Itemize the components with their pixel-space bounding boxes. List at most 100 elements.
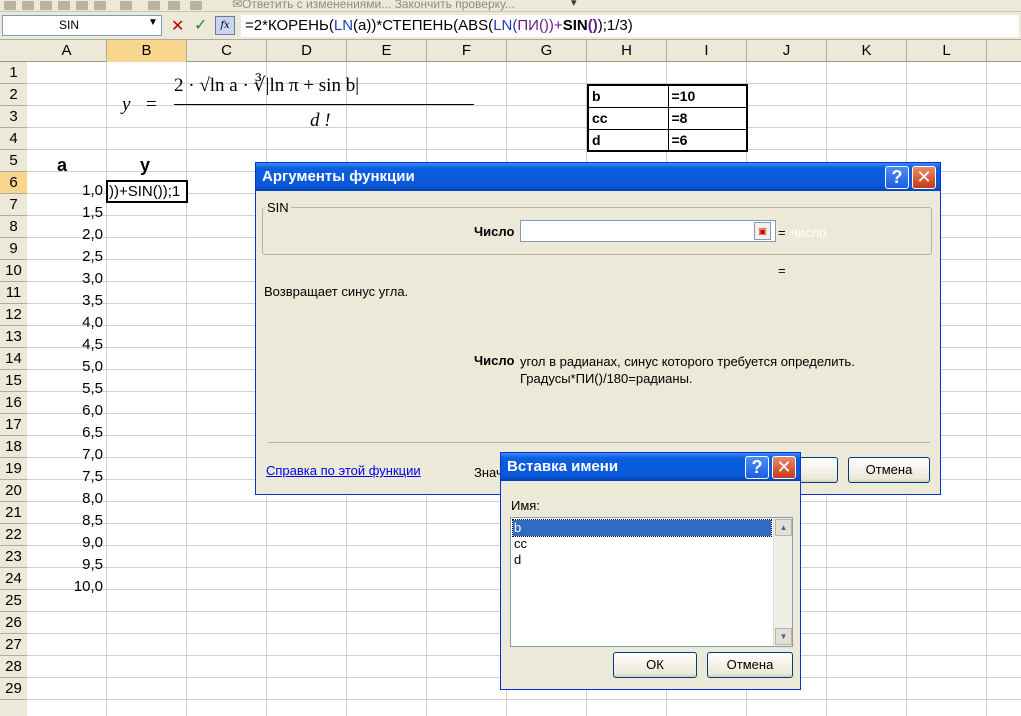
toolbar-icon-1[interactable] xyxy=(4,1,16,10)
column-header[interactable]: L xyxy=(907,40,987,62)
variable-value[interactable]: =6 xyxy=(667,128,748,152)
list-item[interactable]: d xyxy=(513,552,771,568)
row-header[interactable]: 27 xyxy=(0,634,27,656)
toolbar-icon-9[interactable] xyxy=(168,1,180,10)
reply-with-changes-button[interactable]: ✉Ответить с изменениями... Закончить про… xyxy=(232,0,515,11)
close-icon[interactable]: ✕ xyxy=(772,456,796,479)
toolbar-icon-8[interactable] xyxy=(148,1,160,10)
cell-value[interactable]: 3,0 xyxy=(27,268,105,290)
name-listbox[interactable]: b cc d ▲ ▼ xyxy=(510,517,793,647)
ok-button[interactable]: ОК xyxy=(613,652,697,678)
row-header[interactable]: 10 xyxy=(0,260,27,282)
cell-value[interactable]: 5,0 xyxy=(27,356,105,378)
toolbar-icon-5[interactable] xyxy=(76,1,88,10)
cell-value[interactable]: 5,5 xyxy=(27,378,105,400)
formula-input[interactable]: =2*КОРЕНЬ(LN(a))*СТЕПЕНЬ(ABS(LN(ПИ())+SI… xyxy=(241,15,1019,37)
cell-value[interactable]: 10,0 xyxy=(27,576,105,598)
variable-name[interactable]: cc xyxy=(587,106,669,130)
row-header[interactable]: 13 xyxy=(0,326,27,348)
row-header[interactable]: 12 xyxy=(0,304,27,326)
column-header[interactable]: K xyxy=(827,40,907,62)
row-header[interactable]: 8 xyxy=(0,216,27,238)
cell-value[interactable]: 2,0 xyxy=(27,224,105,246)
column-header[interactable]: I xyxy=(667,40,747,62)
toolbar-icon-2[interactable] xyxy=(22,1,34,10)
enter-formula-icon[interactable]: ✓ xyxy=(194,15,207,35)
cell-value[interactable]: 1,5 xyxy=(27,202,105,224)
cell-value[interactable]: 9,5 xyxy=(27,554,105,576)
cell-value[interactable]: 2,5 xyxy=(27,246,105,268)
list-item[interactable]: cc xyxy=(513,536,771,552)
cancel-button[interactable]: Отмена xyxy=(848,457,930,483)
help-icon[interactable]: ? xyxy=(745,456,769,479)
row-header[interactable]: 14 xyxy=(0,348,27,370)
row-header[interactable]: 15 xyxy=(0,370,27,392)
name-box-dropdown-icon[interactable]: ▼ xyxy=(148,17,158,28)
row-header[interactable]: 7 xyxy=(0,194,27,216)
row-header[interactable]: 20 xyxy=(0,480,27,502)
column-header[interactable]: D xyxy=(267,40,347,62)
collapse-dialog-icon[interactable]: ▣ xyxy=(754,222,771,240)
name-box[interactable]: SIN xyxy=(2,15,162,36)
cell-value[interactable]: 8,5 xyxy=(27,510,105,532)
row-header[interactable]: 9 xyxy=(0,238,27,260)
toolbar-icon-3[interactable] xyxy=(40,1,52,10)
row-header[interactable]: 4 xyxy=(0,128,27,150)
row-header[interactable]: 26 xyxy=(0,612,27,634)
variable-name[interactable]: d xyxy=(587,128,669,152)
variable-name[interactable]: b xyxy=(587,84,669,108)
row-header[interactable]: 5 xyxy=(0,150,27,172)
scroll-up-icon[interactable]: ▲ xyxy=(775,519,792,536)
cell-value[interactable]: 6,5 xyxy=(27,422,105,444)
active-cell[interactable]: ))+SIN());1 xyxy=(106,180,188,203)
cell-value[interactable]: 3,5 xyxy=(27,290,105,312)
number-argument-input[interactable] xyxy=(520,220,776,242)
toolbar-icon-7[interactable] xyxy=(120,1,132,10)
insert-function-button[interactable]: fx xyxy=(215,16,235,35)
cancel-formula-icon[interactable]: ✕ xyxy=(171,16,184,36)
list-item[interactable]: b xyxy=(512,519,772,537)
row-header[interactable]: 18 xyxy=(0,436,27,458)
cell-value[interactable]: 7,5 xyxy=(27,466,105,488)
row-header[interactable]: 21 xyxy=(0,502,27,524)
row-header[interactable]: 29 xyxy=(0,678,27,700)
column-header[interactable]: E xyxy=(347,40,427,62)
scroll-down-icon[interactable]: ▼ xyxy=(775,628,792,645)
column-header[interactable]: C xyxy=(187,40,267,62)
toolbar-icon-10[interactable] xyxy=(190,1,202,10)
toolbar-icon-4[interactable] xyxy=(58,1,70,10)
column-header[interactable]: J xyxy=(747,40,827,62)
row-header[interactable]: 23 xyxy=(0,546,27,568)
cell-value[interactable]: 1,0 xyxy=(27,180,105,202)
cell-value[interactable]: 6,0 xyxy=(27,400,105,422)
column-header[interactable]: H xyxy=(587,40,667,62)
column-header[interactable]: B xyxy=(107,40,187,62)
variable-value[interactable]: =8 xyxy=(667,106,748,130)
dialog-title-bar[interactable]: Вставка имени ? ✕ xyxy=(501,453,800,481)
cancel-button[interactable]: Отмена xyxy=(707,652,793,678)
row-header[interactable]: 3 xyxy=(0,106,27,128)
row-header[interactable]: 2 xyxy=(0,84,27,106)
row-header[interactable]: 25 xyxy=(0,590,27,612)
column-header[interactable]: G xyxy=(507,40,587,62)
function-help-link[interactable]: Справка по этой функции xyxy=(266,463,421,478)
cell-value[interactable]: 4,0 xyxy=(27,312,105,334)
cell-value[interactable]: 4,5 xyxy=(27,334,105,356)
cell-value[interactable]: 7,0 xyxy=(27,444,105,466)
row-header[interactable]: 11 xyxy=(0,282,27,304)
toolbar-icon-6[interactable] xyxy=(94,1,106,10)
toolbar-dropdown-icon[interactable]: ▾ xyxy=(571,0,577,9)
close-icon[interactable]: ✕ xyxy=(912,166,936,189)
row-header[interactable]: 17 xyxy=(0,414,27,436)
cell-value[interactable]: 9,0 xyxy=(27,532,105,554)
row-header[interactable]: 1 xyxy=(0,62,27,84)
row-header[interactable]: 16 xyxy=(0,392,27,414)
list-scrollbar[interactable]: ▲ ▼ xyxy=(773,518,792,646)
row-header[interactable]: 28 xyxy=(0,656,27,678)
row-header[interactable]: 24 xyxy=(0,568,27,590)
dialog-title-bar[interactable]: Аргументы функции ? ✕ xyxy=(256,163,940,191)
row-header[interactable]: 22 xyxy=(0,524,27,546)
row-header[interactable]: 6 xyxy=(0,172,27,194)
column-header[interactable]: F xyxy=(427,40,507,62)
help-icon[interactable]: ? xyxy=(885,166,909,189)
